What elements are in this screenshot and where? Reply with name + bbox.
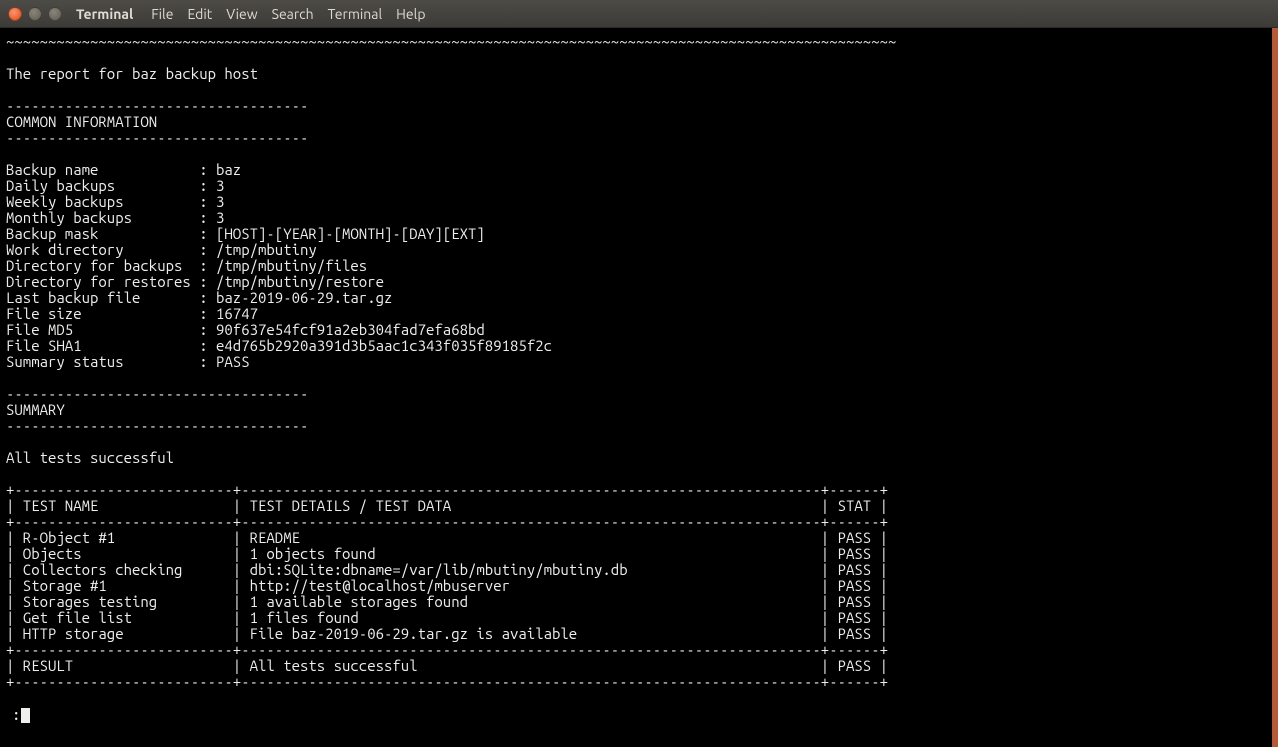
- pager-prompt[interactable]: :: [6, 706, 30, 723]
- menu-terminal[interactable]: Terminal: [328, 6, 383, 22]
- menu-search[interactable]: Search: [272, 6, 314, 22]
- menu-view[interactable]: View: [226, 6, 257, 22]
- terminal-output[interactable]: ~~~~~~~~~~~~~~~~~~~~~~~~~~~~~~~~~~~~~~~~…: [0, 28, 1278, 690]
- close-icon[interactable]: [8, 7, 22, 21]
- menu-bar: File Edit View Search Terminal Help: [151, 6, 425, 22]
- menu-help[interactable]: Help: [396, 6, 425, 22]
- scrollbar[interactable]: [1272, 28, 1278, 747]
- cursor-icon: [21, 708, 30, 723]
- menu-file[interactable]: File: [151, 6, 173, 22]
- menu-edit[interactable]: Edit: [187, 6, 212, 22]
- window-titlebar: Terminal File Edit View Search Terminal …: [0, 0, 1278, 28]
- app-title: Terminal: [76, 6, 133, 22]
- prompt-char: :: [12, 706, 20, 723]
- maximize-icon[interactable]: [48, 7, 62, 21]
- minimize-icon[interactable]: [28, 7, 42, 21]
- window-buttons: [8, 7, 62, 21]
